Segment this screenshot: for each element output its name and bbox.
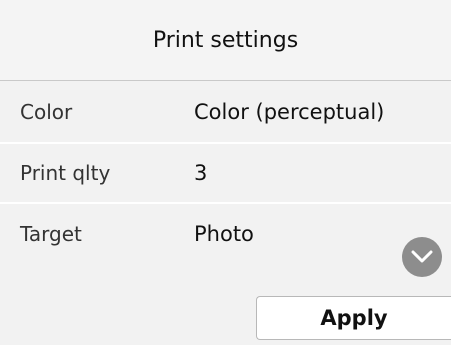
setting-value-target: Photo xyxy=(194,222,254,246)
page-title-text: Print settings xyxy=(152,27,299,53)
setting-row-color[interactable]: Color Color (perceptual) xyxy=(0,81,451,144)
scroll-down-button[interactable] xyxy=(402,237,442,277)
setting-value-color: Color (perceptual) xyxy=(194,100,385,124)
setting-label-print-quality: Print qlty xyxy=(20,161,111,185)
apply-button-label: Apply xyxy=(320,306,388,330)
setting-value-print-quality: 3 xyxy=(194,161,208,185)
setting-label-color: Color xyxy=(20,100,73,124)
setting-row-target[interactable]: Target Photo Apply xyxy=(0,204,451,345)
chevron-down-icon xyxy=(411,250,433,263)
setting-row-print-quality[interactable]: Print qlty 3 xyxy=(0,144,451,204)
page-title: Print settings xyxy=(0,0,451,81)
apply-button[interactable]: Apply xyxy=(256,296,451,340)
print-settings-screen: Print settings Color Color (perceptual) … xyxy=(0,0,451,345)
setting-label-target: Target xyxy=(20,222,82,246)
